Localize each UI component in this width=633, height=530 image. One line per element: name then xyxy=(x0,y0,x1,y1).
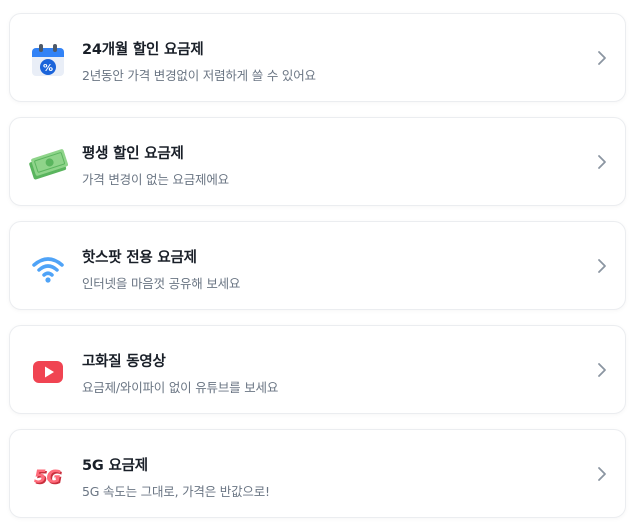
chevron-right-icon xyxy=(595,362,609,378)
svg-text:%: % xyxy=(43,63,53,74)
plan-card-hd-video[interactable]: 고화질 동영상 요금제/와이파이 없이 유튜브를 보세요 xyxy=(9,325,626,414)
wifi-hotspot-icon xyxy=(28,248,68,288)
chevron-right-icon xyxy=(595,466,609,482)
plan-card-hotspot[interactable]: 핫스팟 전용 요금제 인터넷을 마음껏 공유해 보세요 xyxy=(9,221,626,310)
plan-description: 5G 속도는 그대로, 가격은 반값으로! xyxy=(82,484,270,499)
plan-description: 2년동안 가격 변경없이 저렴하게 쓸 수 있어요 xyxy=(82,68,316,83)
video-play-icon xyxy=(28,352,68,392)
plan-title: 고화질 동영상 xyxy=(82,354,166,370)
plan-description: 인터넷을 마음껏 공유해 보세요 xyxy=(82,276,241,291)
5g-badge-text: 5G xyxy=(34,467,61,488)
plan-description: 요금제/와이파이 없이 유튜브를 보세요 xyxy=(82,380,279,395)
plan-description: 가격 변경이 없는 요금제에요 xyxy=(82,172,229,187)
plan-card-24-month-discount[interactable]: % 24개월 할인 요금제 2년동안 가격 변경없이 저렴하게 쓸 수 있어요 xyxy=(9,13,626,102)
plan-list: % 24개월 할인 요금제 2년동안 가격 변경없이 저렴하게 쓸 수 있어요 … xyxy=(0,0,633,530)
chevron-right-icon xyxy=(595,50,609,66)
plan-title: 5G 요금제 xyxy=(82,458,148,474)
plan-title: 평생 할인 요금제 xyxy=(82,146,184,162)
chevron-right-icon xyxy=(595,154,609,170)
plan-title: 핫스팟 전용 요금제 xyxy=(82,250,197,266)
chevron-right-icon xyxy=(595,258,609,274)
calendar-discount-icon: % xyxy=(28,40,68,80)
5g-badge-icon: 5G 5G xyxy=(28,456,68,496)
plan-card-5g[interactable]: 5G 5G 5G 요금제 5G 속도는 그대로, 가격은 반값으로! xyxy=(9,429,626,518)
plan-title: 24개월 할인 요금제 xyxy=(82,42,204,58)
plan-card-lifetime-discount[interactable]: 평생 할인 요금제 가격 변경이 없는 요금제에요 xyxy=(9,117,626,206)
money-bills-icon xyxy=(28,144,68,184)
